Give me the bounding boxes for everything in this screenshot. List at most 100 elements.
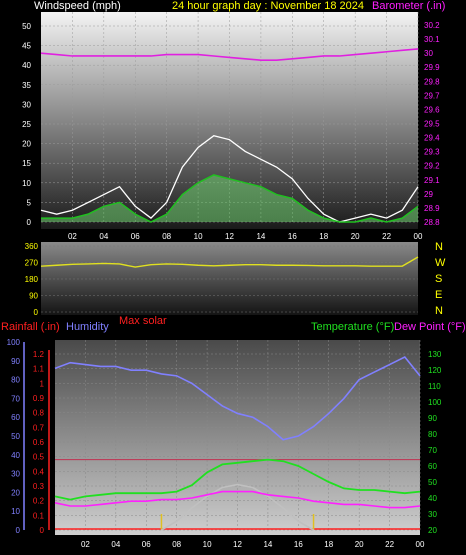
temperature-tick-label: 80: [428, 430, 437, 439]
barometer-tick-label: 29.4: [424, 134, 440, 143]
temperature-tick-label: 50: [428, 478, 437, 487]
temperature-tick-label: 90: [428, 414, 437, 423]
temp-x-tick-label: 02: [81, 540, 90, 549]
wind-x-tick-label: 02: [68, 232, 77, 241]
chart-title: 24 hour graph day : November 18 2024: [172, 0, 364, 12]
barometer-tick-label: 29.5: [424, 120, 440, 129]
temp-x-tick-label: 04: [111, 540, 120, 549]
temperature-axis-label: Temperature (°F): [311, 321, 394, 333]
barometer-tick-label: 29.9: [424, 63, 440, 72]
wind-tick-label: 40: [22, 61, 31, 70]
direction-tick-label: 360: [25, 242, 39, 251]
temp-x-tick-label: 22: [385, 540, 394, 549]
rainfall-tick-label: 0.7: [33, 423, 45, 432]
humidity-tick-label: 80: [11, 376, 20, 385]
direction-tick-label: 90: [29, 292, 38, 301]
max-solar-label: Max solar: [119, 315, 167, 327]
humidity-tick-label: 0: [16, 526, 21, 535]
direction-tick-label: 0: [34, 308, 39, 317]
humidity-tick-label: 50: [11, 432, 20, 441]
temp-x-tick-label: 18: [324, 540, 333, 549]
rainfall-tick-label: 1.2: [33, 350, 45, 359]
barometer-axis-label: Barometer (.in): [372, 0, 445, 12]
barometer-tick-label: 29.3: [424, 148, 440, 157]
wind-axis-label: Windspeed (mph): [34, 0, 121, 12]
dewpoint-axis-label: Dew Point (°F): [394, 321, 466, 333]
temperature-tick-label: 20: [428, 526, 437, 535]
wind-x-tick-label: 10: [194, 232, 203, 241]
wind-x-tick-label: 06: [131, 232, 140, 241]
barometer-tick-label: 30.1: [424, 35, 440, 44]
barometer-tick-label: 30: [424, 49, 433, 58]
barometer-tick-label: 29.1: [424, 176, 440, 185]
temp-x-tick-label: 14: [263, 540, 272, 549]
rainfall-tick-label: 0: [40, 526, 45, 535]
wind-tick-label: 5: [27, 198, 32, 207]
wind-tick-label: 20: [22, 140, 31, 149]
rainfall-tick-label: 0.8: [33, 409, 45, 418]
wind-x-tick-label: 00: [414, 232, 423, 241]
barometer-tick-label: 29.7: [424, 91, 440, 100]
wind-tick-label: 25: [22, 120, 31, 129]
compass-label: N: [435, 305, 443, 317]
wind-x-tick-label: 14: [256, 232, 265, 241]
temperature-tick-label: 130: [428, 350, 442, 359]
temperature-tick-label: 100: [428, 398, 442, 407]
barometer-tick-label: 29: [424, 190, 433, 199]
rainfall-tick-label: 0.6: [33, 438, 45, 447]
wind-tick-label: 0: [27, 218, 32, 227]
humidity-axis-label: Humidity: [66, 321, 109, 333]
humidity-tick-label: 100: [7, 338, 21, 347]
wind-tick-label: 45: [22, 42, 31, 51]
humidity-tick-label: 60: [11, 413, 20, 422]
humidity-tick-label: 10: [11, 507, 20, 516]
weather-charts: Windspeed (mph) 24 hour graph day : Nove…: [1, 0, 466, 549]
rainfall-tick-label: 0.5: [33, 453, 45, 462]
wind-x-tick-label: 20: [351, 232, 360, 241]
wind-tick-label: 15: [22, 159, 31, 168]
barometer-tick-label: 29.8: [424, 77, 440, 86]
temperature-tick-label: 110: [428, 382, 441, 391]
direction-tick-label: 270: [25, 259, 39, 268]
rainfall-tick-label: 0.4: [33, 467, 45, 476]
wind-x-tick-label: 04: [99, 232, 108, 241]
compass-label: W: [435, 257, 446, 269]
wind-tick-label: 30: [22, 100, 31, 109]
barometer-tick-label: 29.6: [424, 105, 440, 114]
temperature-tick-label: 60: [428, 462, 437, 471]
direction-panel: [41, 242, 418, 315]
temp-x-tick-label: 16: [294, 540, 303, 549]
barometer-tick-label: 28.8: [424, 218, 440, 227]
rainfall-tick-label: 0.1: [33, 511, 45, 520]
wind-tick-label: 35: [22, 81, 31, 90]
humidity-tick-label: 20: [11, 488, 20, 497]
compass-label: S: [435, 273, 442, 285]
temp-x-tick-label: 20: [355, 540, 364, 549]
wind-x-tick-label: 12: [225, 232, 234, 241]
direction-tick-label: 180: [25, 275, 39, 284]
wind-x-tick-label: 16: [288, 232, 297, 241]
wind-x-tick-label: 22: [382, 232, 391, 241]
temperature-tick-label: 70: [428, 446, 437, 455]
temperature-tick-label: 40: [428, 494, 437, 503]
temp-x-tick-label: 00: [416, 540, 425, 549]
rainfall-tick-label: 1: [40, 379, 45, 388]
rainfall-tick-label: 1.1: [33, 365, 45, 374]
wind-x-tick-label: 18: [319, 232, 328, 241]
compass-label: N: [435, 241, 443, 253]
humidity-tick-label: 90: [11, 357, 20, 366]
rainfall-axis-label: Rainfall (.in): [1, 321, 60, 333]
barometer-tick-label: 28.9: [424, 204, 440, 213]
temp-x-tick-label: 10: [203, 540, 212, 549]
rainfall-tick-label: 0.2: [33, 497, 45, 506]
wind-tick-label: 50: [22, 22, 31, 31]
rainfall-tick-label: 0.3: [33, 482, 45, 491]
compass-label: E: [435, 289, 442, 301]
temp-x-tick-label: 06: [142, 540, 151, 549]
barometer-tick-label: 29.2: [424, 162, 440, 171]
temp-x-tick-label: 12: [233, 540, 242, 549]
humidity-tick-label: 30: [11, 470, 20, 479]
barometer-tick-label: 30.2: [424, 21, 440, 30]
temp-x-tick-label: 08: [172, 540, 181, 549]
temperature-tick-label: 120: [428, 366, 442, 375]
